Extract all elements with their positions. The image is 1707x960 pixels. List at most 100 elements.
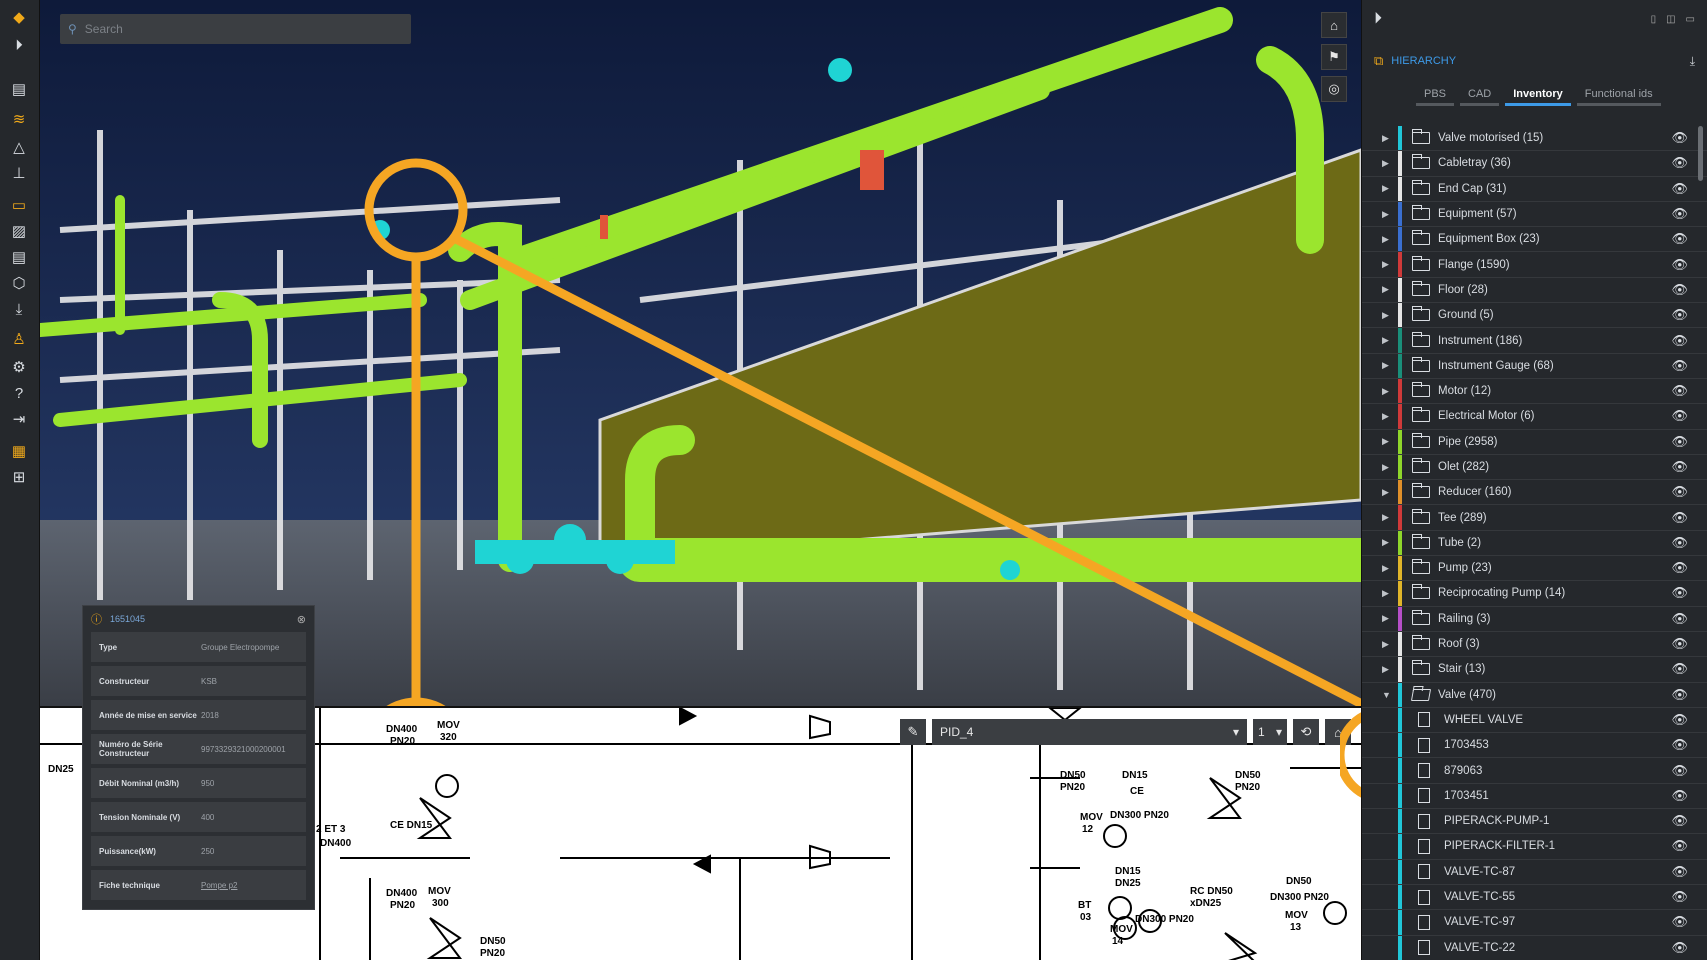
download-icon[interactable]: ⤓ (8, 298, 30, 320)
tree-item[interactable]: ▶ Stair (13) 👁 (1362, 657, 1707, 683)
visibility-eye-icon[interactable]: 👁 (1671, 661, 1688, 677)
tree-item[interactable]: ▶ Reducer (160) 👁 (1362, 480, 1707, 506)
search-input[interactable] (82, 21, 383, 37)
chevron-right-icon[interactable]: ▶ (1382, 284, 1389, 295)
edit-pencil-icon[interactable]: ✎ (900, 719, 926, 745)
export-icon[interactable]: ⤓ (1690, 54, 1695, 69)
home-view-button[interactable]: ⌂ (1321, 12, 1347, 38)
tree-item[interactable]: ▶ Flange (1590) 👁 (1362, 252, 1707, 278)
chevron-right-icon[interactable]: ▶ (1382, 411, 1389, 422)
visibility-eye-icon[interactable]: 👁 (1671, 383, 1688, 399)
dashboard-icon[interactable]: ▤ (8, 78, 30, 100)
logout-icon[interactable]: ⇥ (8, 408, 30, 430)
layout-single-icon[interactable]: ▯ (1651, 14, 1657, 25)
tree-item[interactable]: PIPERACK-FILTER-1 👁 (1362, 834, 1707, 860)
settings-icon[interactable]: ⚙ (8, 356, 30, 378)
toolbox-icon[interactable]: ▭ (8, 194, 30, 216)
drawing-icon[interactable]: ▨ (8, 220, 30, 242)
search-bar[interactable]: ⚲ (60, 14, 411, 44)
drawing-select[interactable]: PID_4 ▾ (932, 719, 1247, 745)
tree-scrollbar[interactable] (1698, 126, 1703, 181)
chevron-right-icon[interactable]: ▶ (1382, 613, 1389, 624)
visibility-eye-icon[interactable]: 👁 (1671, 940, 1688, 956)
paint-icon[interactable]: ⚑ (1321, 44, 1347, 70)
tree-item[interactable]: ▶ Roof (3) 👁 (1362, 631, 1707, 658)
tree-item[interactable]: ▶ Pump (23) 👁 (1362, 556, 1707, 582)
visibility-eye-icon[interactable]: 👁 (1671, 712, 1688, 728)
visibility-eye-icon[interactable]: 👁 (1671, 459, 1688, 475)
datasheet-link[interactable]: Pompe p2 (201, 881, 237, 890)
chevron-right-icon[interactable]: ▶ (1382, 639, 1389, 650)
visibility-eye-icon[interactable]: 👁 (1671, 257, 1688, 273)
visibility-eye-icon[interactable]: 👁 (1671, 763, 1688, 779)
chevron-down-icon[interactable]: ▼ (1382, 690, 1391, 700)
help-icon[interactable]: ? (8, 382, 30, 404)
visibility-eye-icon[interactable]: 👁 (1671, 585, 1688, 601)
visibility-eye-icon[interactable]: 👁 (1671, 560, 1688, 576)
tree-item[interactable]: ▶ Tee (289) 👁 (1362, 505, 1707, 531)
tree-item[interactable]: ▶ Railing (3) 👁 (1362, 606, 1707, 632)
cube-icon[interactable]: ⬡ (8, 272, 30, 294)
tree-item[interactable]: ▶ Reciprocating Pump (14) 👁 (1362, 581, 1707, 607)
visibility-eye-icon[interactable]: 👁 (1671, 130, 1688, 146)
visibility-eye-icon[interactable]: 👁 (1671, 333, 1688, 349)
tree-item[interactable]: 879063 👁 (1362, 758, 1707, 784)
visibility-eye-icon[interactable]: 👁 (1671, 231, 1688, 247)
visibility-eye-icon[interactable]: 👁 (1671, 155, 1688, 171)
tree-item[interactable]: WHEEL VALVE 👁 (1362, 707, 1707, 734)
tree-item[interactable]: 1703451 👁 (1362, 783, 1707, 810)
tree-item[interactable]: ▶ Instrument Gauge (68) 👁 (1362, 353, 1707, 379)
visibility-eye-icon[interactable]: 👁 (1671, 282, 1688, 298)
chevron-right-icon[interactable]: ▶ (1382, 133, 1389, 144)
visibility-eye-icon[interactable]: 👁 (1671, 788, 1688, 804)
chevron-right-icon[interactable]: ▶ (1382, 183, 1389, 194)
user-icon[interactable]: ♙ (8, 328, 30, 350)
tree-item[interactable]: VALVE-TC-55 👁 (1362, 884, 1707, 911)
chevron-right-icon[interactable]: ▶ (1382, 462, 1389, 473)
visibility-eye-icon[interactable]: 👁 (1671, 864, 1688, 880)
tree-item[interactable]: ▶ Floor (28) 👁 (1362, 277, 1707, 304)
tab-pbs[interactable]: PBS (1416, 84, 1455, 106)
chevron-right-icon[interactable]: ▶ (1382, 310, 1389, 321)
visibility-eye-icon[interactable]: 👁 (1671, 484, 1688, 500)
sync-icon[interactable]: ⟲ (1293, 719, 1319, 745)
visibility-eye-icon[interactable]: 👁 (1671, 636, 1688, 652)
play-icon[interactable]: ⏵ (1374, 10, 1382, 28)
network-icon[interactable]: ⊞ (8, 466, 30, 488)
tree-item[interactable]: ▶ Equipment Box (23) 👁 (1362, 227, 1707, 253)
chevron-right-icon[interactable]: ▶ (1382, 259, 1389, 270)
chevron-right-icon[interactable]: ▶ (1382, 563, 1389, 574)
tree-item[interactable]: ▶ Valve motorised (15) 👁 (1362, 126, 1707, 152)
app-logo-icon[interactable]: ◆ (8, 6, 30, 28)
tree-item[interactable]: PIPERACK-PUMP-1 👁 (1362, 809, 1707, 835)
tree-item[interactable]: ▶ Instrument (186) 👁 (1362, 328, 1707, 354)
visibility-eye-icon[interactable]: 👁 (1671, 181, 1688, 197)
chevron-right-icon[interactable]: ▶ (1382, 436, 1389, 447)
chevron-right-icon[interactable]: ▶ (1382, 386, 1389, 397)
home-icon[interactable]: ⌂ (1325, 719, 1351, 745)
chevron-right-icon[interactable]: ▶ (1382, 158, 1389, 169)
chevron-right-icon[interactable]: ▶ (1382, 588, 1389, 599)
chevron-right-icon[interactable]: ▶ (1382, 537, 1389, 548)
tree-item[interactable]: ▶ Tube (2) 👁 (1362, 530, 1707, 557)
tree-item[interactable]: ▶ Electrical Motor (6) 👁 (1362, 404, 1707, 430)
tree-item[interactable]: VALVE-TC-22 👁 (1362, 935, 1707, 960)
visibility-eye-icon[interactable]: 👁 (1671, 206, 1688, 222)
tree-item[interactable]: ▶ Equipment (57) 👁 (1362, 201, 1707, 228)
tree-item[interactable]: ▶ Olet (282) 👁 (1362, 454, 1707, 481)
tree-item[interactable]: ▶ End Cap (31) 👁 (1362, 176, 1707, 202)
layout-split-icon[interactable]: ◫ (1666, 14, 1675, 25)
chevron-right-icon[interactable]: ▶ (1382, 487, 1389, 498)
layers-icon[interactable]: ≋ (8, 108, 30, 130)
page-select[interactable]: 1 ▾ (1253, 719, 1287, 745)
chevron-right-icon[interactable]: ▶ (1382, 209, 1389, 220)
visibility-eye-icon[interactable]: 👁 (1671, 737, 1688, 753)
chevron-right-icon[interactable]: ▶ (1382, 335, 1389, 346)
section-icon[interactable]: ⊥ (8, 162, 30, 184)
tree-item[interactable]: ▶ Cabletray (36) 👁 (1362, 151, 1707, 177)
visibility-eye-icon[interactable]: 👁 (1671, 889, 1688, 905)
visibility-eye-icon[interactable]: 👁 (1671, 434, 1688, 450)
close-icon[interactable]: ⊗ (297, 613, 306, 626)
visibility-eye-icon[interactable]: 👁 (1671, 408, 1688, 424)
camera-icon[interactable]: ◎ (1321, 76, 1347, 102)
